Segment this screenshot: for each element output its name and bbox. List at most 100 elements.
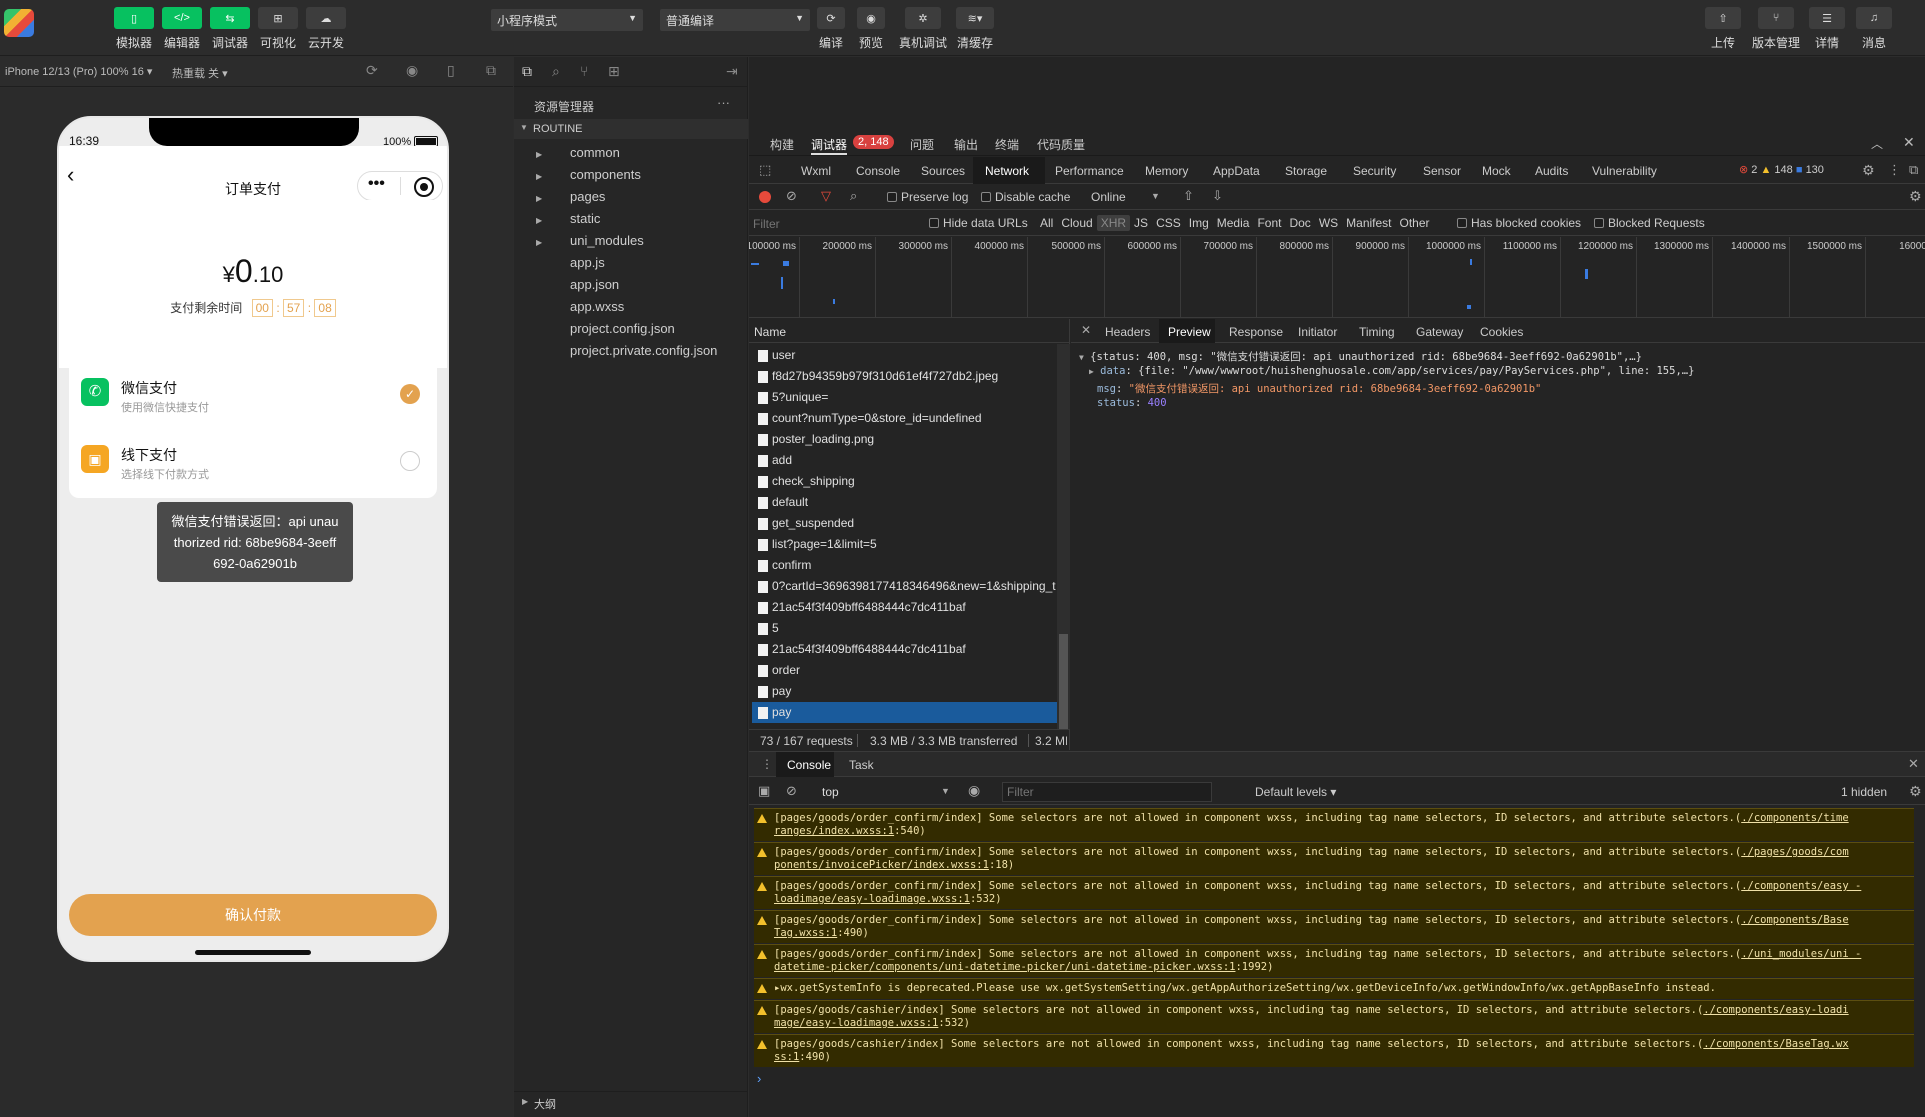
type-filter-all[interactable]: All xyxy=(1036,215,1057,231)
editor-button[interactable]: </> 编辑器 xyxy=(159,7,205,51)
tab-performance[interactable]: Performance xyxy=(1055,164,1124,178)
confirm-pay-button[interactable]: 确认付款 xyxy=(69,894,437,936)
close-icon[interactable]: ✕ xyxy=(1903,134,1915,151)
type-filter-cloud[interactable]: Cloud xyxy=(1057,215,1096,231)
request-row[interactable]: user xyxy=(752,345,1057,366)
disable-cache-checkbox[interactable]: Disable cache xyxy=(981,190,1070,204)
blocked-requests-checkbox[interactable]: Blocked Requests xyxy=(1594,216,1705,230)
type-filter-other[interactable]: Other xyxy=(1396,215,1434,231)
scrollbar-track[interactable] xyxy=(1057,344,1070,730)
request-row[interactable]: get_suspended xyxy=(752,513,1057,534)
console-prompt[interactable]: › xyxy=(757,1071,761,1086)
tab-storage[interactable]: Storage xyxy=(1285,164,1327,178)
debugger-button[interactable]: ⇆ 调试器 xyxy=(207,7,253,51)
more-icon[interactable]: ••• xyxy=(368,175,385,193)
tab-build[interactable]: 构建 xyxy=(770,136,794,153)
tab-sources[interactable]: Sources xyxy=(921,164,965,178)
console-warning[interactable]: [pages/goods/order_confirm/index] Some s… xyxy=(754,876,1914,909)
preview-button[interactable]: ◉ 预览 xyxy=(848,7,894,51)
levels-select[interactable]: Default levels ▾ xyxy=(1255,785,1336,799)
request-row[interactable]: poster_loading.png xyxy=(752,429,1057,450)
tab-audits[interactable]: Audits xyxy=(1535,164,1568,178)
clear-cache-button[interactable]: ≋▾ 清缓存 xyxy=(952,7,998,51)
tab-console-drawer[interactable]: Console xyxy=(787,758,831,772)
tab-initiator[interactable]: Initiator xyxy=(1298,325,1337,339)
network-filter-input[interactable] xyxy=(753,214,923,233)
close-icon[interactable]: ✕ xyxy=(1908,756,1919,772)
filter-icon[interactable]: ▽ xyxy=(821,188,831,204)
record-icon[interactable] xyxy=(759,191,771,203)
tab-output[interactable]: 输出 xyxy=(954,136,978,153)
record-icon[interactable]: ◉ xyxy=(406,62,418,79)
tab-code-quality[interactable]: 代码质量 xyxy=(1037,136,1085,153)
type-filter-font[interactable]: Font xyxy=(1253,215,1285,231)
refresh-icon[interactable]: ⟳ xyxy=(366,62,378,79)
tab-preview[interactable]: Preview xyxy=(1168,325,1211,339)
request-row[interactable]: f8d27b94359b979f310d61ef4f727db2.jpeg xyxy=(752,366,1057,387)
mode-select[interactable]: 小程序模式 ▼ xyxy=(491,9,643,31)
clear-icon[interactable]: ⊘ xyxy=(786,783,797,799)
type-filter-css[interactable]: CSS xyxy=(1152,215,1185,231)
dock-icon[interactable]: ⧉ xyxy=(1909,162,1918,178)
file-item[interactable]: app.js xyxy=(570,255,605,270)
files-icon[interactable]: ⧉ xyxy=(522,63,532,80)
hide-data-urls-checkbox[interactable]: Hide data URLs xyxy=(929,216,1028,230)
type-filter-xhr[interactable]: XHR xyxy=(1096,215,1131,231)
version-button[interactable]: ⑂ 版本管理 xyxy=(1752,7,1800,51)
tab-response[interactable]: Response xyxy=(1229,325,1283,339)
folder-item[interactable]: common xyxy=(570,145,620,160)
radio-icon[interactable] xyxy=(400,451,420,471)
branch-icon[interactable]: ⑂ xyxy=(580,63,588,79)
console-warning[interactable]: [pages/goods/order_confirm/index] Some s… xyxy=(754,808,1914,841)
payment-option-wechat[interactable]: ✆ 微信支付 使用微信快捷支付 ✓ xyxy=(69,360,437,424)
console-warning[interactable]: ▸wx.getSystemInfo is deprecated.Please u… xyxy=(754,978,1914,999)
import-icon[interactable]: ⇧ xyxy=(1183,188,1194,204)
tab-appdata[interactable]: AppData xyxy=(1213,164,1260,178)
tab-vulnerability[interactable]: Vulnerability xyxy=(1592,164,1657,178)
extensions-icon[interactable]: ⊞ xyxy=(608,63,620,80)
request-row[interactable]: 5?unique= xyxy=(752,387,1057,408)
inspect-icon[interactable]: ⬚ xyxy=(759,162,771,178)
tab-problems[interactable]: 问题 xyxy=(910,136,934,153)
gear-icon[interactable]: ⚙ xyxy=(1909,783,1922,800)
more-icon[interactable]: ··· xyxy=(717,95,730,110)
request-row[interactable]: 21ac54f3f409bff6488444c7dc411baf xyxy=(752,597,1057,618)
split-icon[interactable]: ⇥ xyxy=(726,63,738,80)
capsule-menu[interactable]: ••• xyxy=(357,171,443,201)
tab-sensor[interactable]: Sensor xyxy=(1423,164,1461,178)
close-mini-icon[interactable] xyxy=(414,177,434,197)
eye-icon[interactable]: ◉ xyxy=(968,782,980,799)
simulator-button[interactable]: ▯ 模拟器 xyxy=(111,7,157,51)
tab-task[interactable]: Task xyxy=(849,758,874,772)
request-row[interactable]: add xyxy=(752,450,1057,471)
console-warning[interactable]: [pages/goods/cashier/index] Some selecto… xyxy=(754,1000,1914,1033)
cloud-button[interactable]: ☁ 云开发 xyxy=(303,7,349,51)
context-select[interactable]: top xyxy=(822,785,839,799)
tab-headers[interactable]: Headers xyxy=(1105,325,1150,339)
request-row[interactable]: check_shipping xyxy=(752,471,1057,492)
drawer-menu-icon[interactable]: ⋮ xyxy=(761,757,773,771)
gear-icon[interactable]: ⚙ xyxy=(1862,162,1875,179)
check-icon[interactable]: ✓ xyxy=(400,384,420,404)
console-warning[interactable]: [pages/goods/order_confirm/index] Some s… xyxy=(754,910,1914,943)
type-filter-ws[interactable]: WS xyxy=(1315,215,1342,231)
gear-icon[interactable]: ⚙ xyxy=(1909,188,1922,205)
tab-console[interactable]: Console xyxy=(856,164,900,178)
preserve-log-checkbox[interactable]: Preserve log xyxy=(887,190,968,204)
console-filter-input[interactable] xyxy=(1002,782,1212,802)
file-item[interactable]: project.private.config.json xyxy=(570,343,717,358)
device-select[interactable]: iPhone 12/13 (Pro) 100% 16 ▾ xyxy=(5,65,152,78)
explorer-root-row[interactable]: ▼ ROUTINE xyxy=(514,119,748,139)
file-item[interactable]: project.config.json xyxy=(570,321,675,336)
request-row[interactable]: default xyxy=(752,492,1057,513)
kebab-icon[interactable]: ⋮ xyxy=(1888,162,1901,178)
console-warning[interactable]: [pages/goods/order_confirm/index] Some s… xyxy=(754,944,1914,977)
payment-option-offline[interactable]: ▣ 线下支付 选择线下付款方式 xyxy=(69,427,437,491)
type-filter-media[interactable]: Media xyxy=(1213,215,1254,231)
request-row[interactable]: count?numType=0&store_id=undefined xyxy=(752,408,1057,429)
blocked-cookies-checkbox[interactable]: Has blocked cookies xyxy=(1457,216,1581,230)
close-icon[interactable]: ✕ xyxy=(1081,323,1091,337)
folder-item[interactable]: components xyxy=(570,167,641,182)
type-filter-js[interactable]: JS xyxy=(1130,215,1152,231)
compile-select[interactable]: 普通编译 ▼ xyxy=(660,9,810,31)
